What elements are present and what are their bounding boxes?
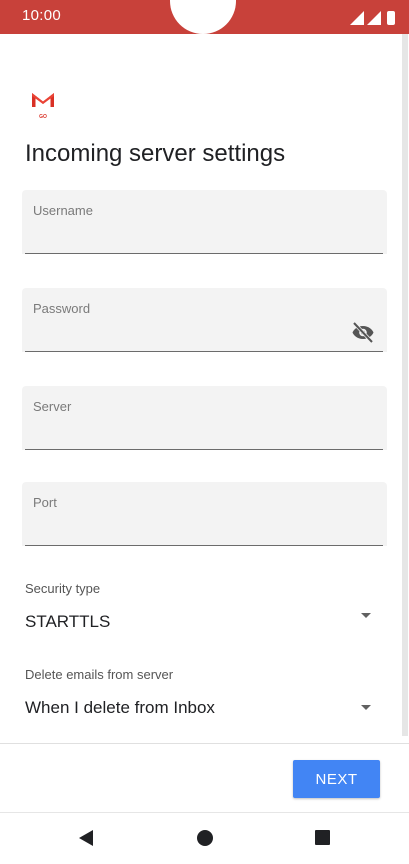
- security-type-label: Security type: [25, 581, 101, 596]
- back-icon[interactable]: [79, 830, 93, 846]
- password-label: Password: [33, 301, 91, 316]
- port-field[interactable]: Port: [22, 482, 387, 546]
- port-underline: [25, 545, 383, 546]
- recents-icon[interactable]: [315, 830, 330, 845]
- delete-emails-dropdown[interactable]: When I delete from Inbox: [22, 690, 387, 724]
- port-input[interactable]: [33, 514, 333, 538]
- server-label: Server: [33, 399, 72, 414]
- next-button[interactable]: NEXT: [293, 760, 380, 798]
- username-field[interactable]: Username: [22, 190, 387, 254]
- security-type-value: STARTTLS: [25, 612, 111, 631]
- security-type-dropdown[interactable]: STARTTLS: [22, 604, 387, 638]
- port-label: Port: [33, 495, 57, 510]
- status-bar: 10:00: [0, 0, 409, 34]
- chevron-down-icon: [361, 613, 371, 618]
- password-field[interactable]: Password: [22, 288, 387, 352]
- delete-emails-value: When I delete from Inbox: [25, 698, 215, 717]
- camera-notch: [170, 0, 236, 34]
- page-title: Incoming server settings: [25, 140, 286, 167]
- delete-emails-label: Delete emails from server: [25, 667, 174, 682]
- status-icons: [350, 9, 395, 25]
- chevron-down-icon: [361, 705, 371, 710]
- server-input[interactable]: [33, 418, 333, 442]
- username-label: Username: [33, 203, 93, 218]
- home-icon[interactable]: [197, 830, 213, 846]
- wifi-signal-icon: [350, 11, 364, 25]
- password-input[interactable]: [33, 320, 333, 344]
- status-time: 10:00: [22, 7, 62, 24]
- scrollbar[interactable]: [402, 34, 408, 736]
- username-underline: [25, 253, 383, 254]
- battery-icon: [387, 11, 395, 25]
- gmail-go-logo: GO: [32, 93, 54, 120]
- server-field[interactable]: Server: [22, 386, 387, 450]
- eye-off-icon[interactable]: [351, 321, 375, 343]
- logo-label: GO: [39, 114, 47, 120]
- server-underline: [25, 449, 383, 450]
- username-input[interactable]: [33, 222, 333, 246]
- password-underline: [25, 351, 383, 352]
- cell-signal-icon: [367, 11, 381, 25]
